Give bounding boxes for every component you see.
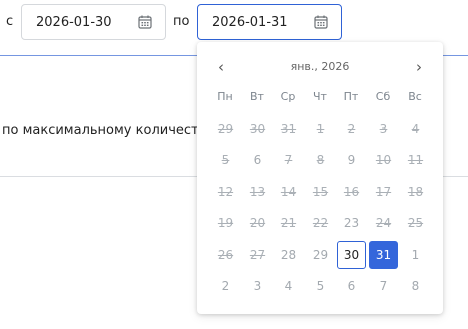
day-cell[interactable]: 7 <box>369 272 398 300</box>
day-cell[interactable]: 23 <box>337 209 366 237</box>
day-cell: 3 <box>379 122 388 136</box>
from-label: с <box>6 14 14 29</box>
day-cell: 7 <box>284 153 293 167</box>
weekday-label: Пн <box>217 90 233 103</box>
day-cell: 29 <box>217 122 234 136</box>
sort-option-text: по максимальному количеству п <box>2 123 227 138</box>
day-cell: 1 <box>316 122 325 136</box>
day-cell: 15 <box>312 185 329 199</box>
day-cell-current[interactable]: 30 <box>337 241 366 269</box>
day-cell: 22 <box>312 216 329 230</box>
day-cell: 30 <box>249 122 266 136</box>
calendar-icon[interactable] <box>138 15 152 29</box>
weekday-label: Чт <box>313 90 327 103</box>
day-cell: 2 <box>347 122 356 136</box>
day-cell: 4 <box>411 122 420 136</box>
weekday-label: Вт <box>250 90 264 103</box>
weekday-label: Сб <box>375 90 391 103</box>
next-month-button[interactable]: › <box>409 58 429 78</box>
day-cell: 13 <box>249 185 266 199</box>
date-from-input[interactable]: 2026-01-30 <box>21 4 166 40</box>
day-cell[interactable]: 3 <box>243 272 272 300</box>
date-to-input[interactable]: 2026-01-31 <box>197 4 342 40</box>
day-cell: 12 <box>217 185 234 199</box>
to-label: по <box>173 14 190 29</box>
day-cell[interactable]: 28 <box>274 241 303 269</box>
day-cell: 21 <box>280 216 297 230</box>
day-cell: 16 <box>343 185 360 199</box>
day-cell[interactable]: 2 <box>211 272 240 300</box>
calendar-icon[interactable] <box>314 15 328 29</box>
weekday-label: Ср <box>280 90 296 103</box>
day-cell[interactable]: 8 <box>401 272 430 300</box>
day-cell: 18 <box>407 185 424 199</box>
day-cell: 24 <box>375 216 392 230</box>
day-cell: 31 <box>280 122 297 136</box>
day-cell: 25 <box>407 216 424 230</box>
day-cell: 17 <box>375 185 392 199</box>
datepicker-popup: ‹ янв., 2026 › Пн Вт Ср Чт Пт Сб Вс 29 30 31 1 2 3 4… <box>197 42 443 314</box>
weekday-label: Пт <box>343 90 359 103</box>
day-cell: 10 <box>375 153 392 167</box>
date-from-value: 2026-01-30 <box>36 15 112 30</box>
day-cell[interactable]: 4 <box>274 272 303 300</box>
day-cell[interactable]: 1 <box>401 241 430 269</box>
day-cell: 5 <box>221 153 230 167</box>
day-cell: 26 <box>217 248 234 262</box>
day-cell: 20 <box>249 216 266 230</box>
day-cell: 11 <box>407 153 424 167</box>
day-cell: 27 <box>249 248 266 262</box>
day-cell[interactable]: 5 <box>306 272 335 300</box>
day-cell-selected[interactable]: 31 <box>369 241 398 269</box>
day-cell[interactable]: 6 <box>243 146 272 174</box>
day-cell[interactable]: 29 <box>306 241 335 269</box>
day-cell: 14 <box>280 185 297 199</box>
weekday-label: Вс <box>408 90 422 103</box>
day-cell[interactable]: 9 <box>337 146 366 174</box>
day-cell[interactable]: 6 <box>337 272 366 300</box>
month-year-label: янв., 2026 <box>290 60 350 73</box>
day-cell: 19 <box>217 216 234 230</box>
day-cell: 8 <box>316 153 325 167</box>
date-to-value: 2026-01-31 <box>212 15 288 30</box>
